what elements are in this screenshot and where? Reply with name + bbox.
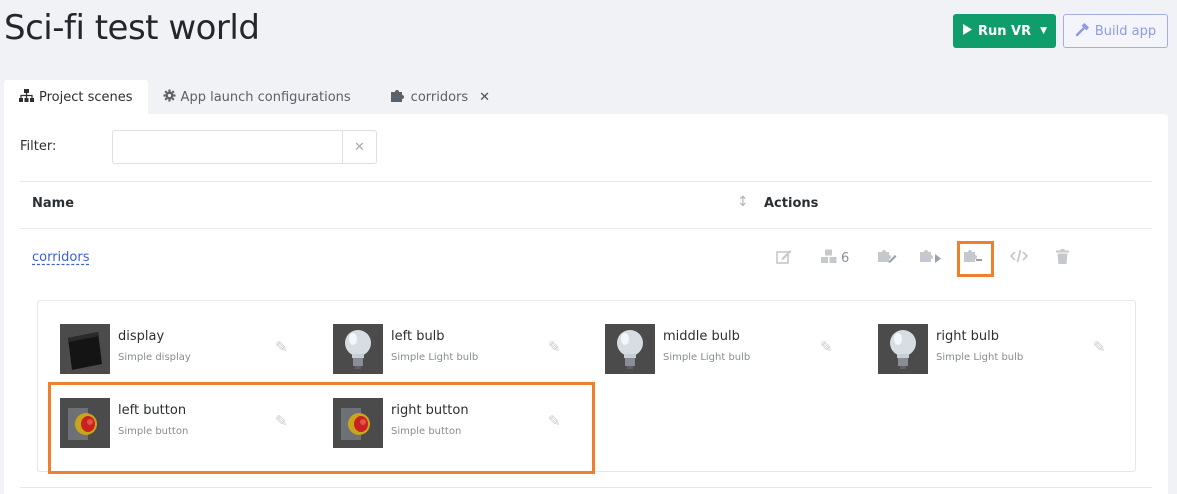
object-type: Simple Light bulb [663, 352, 751, 363]
pencil-icon[interactable]: ✎ [548, 338, 561, 356]
close-icon[interactable]: ✕ [479, 90, 490, 105]
run-scene-icon[interactable] [920, 249, 942, 264]
divider [20, 181, 1152, 182]
cubes-icon [820, 249, 838, 268]
object-count: 6 [841, 251, 850, 266]
list-item[interactable]: display Simple display ✎ [60, 324, 320, 376]
page-title: Sci-fi test world [4, 8, 260, 48]
scene-link-corridors[interactable]: corridors [32, 250, 90, 265]
hammer-icon [1075, 22, 1090, 41]
list-item[interactable]: left bulb Simple Light bulb ✎ [333, 324, 593, 376]
bulb-thumbnail [333, 324, 383, 374]
build-app-button[interactable]: Build app [1063, 14, 1168, 48]
bulb-thumbnail [878, 324, 928, 374]
code-icon[interactable] [1010, 249, 1028, 263]
sitemap-icon [19, 88, 34, 106]
edit-icon[interactable] [776, 249, 792, 264]
tab-label: App launch configurations [180, 89, 351, 105]
pencil-icon[interactable]: ✎ [1093, 338, 1106, 356]
column-header-name: Name [32, 196, 75, 211]
object-type: Simple Light bulb [936, 352, 1024, 363]
filter-input[interactable] [112, 130, 343, 164]
gear-icon [163, 89, 176, 106]
objects-button[interactable]: 6 [820, 249, 849, 268]
object-name: display [118, 329, 165, 344]
pencil-icon[interactable]: ✎ [275, 338, 288, 356]
list-item[interactable]: right bulb Simple Light bulb ✎ [878, 324, 1138, 376]
divider [20, 228, 1152, 229]
scenes-panel: Filter: ✕ Name ↕ Actions corridors 6 dis… [4, 114, 1168, 494]
build-app-label: Build app [1094, 23, 1157, 39]
tab-bar: Project scenes App launch configurations… [4, 80, 505, 114]
clear-filter-button[interactable]: ✕ [342, 130, 377, 164]
close-icon: ✕ [354, 139, 365, 155]
tab-corridors[interactable]: corridors ✕ [366, 80, 505, 114]
pencil-icon[interactable]: ✎ [820, 338, 833, 356]
highlight-box [48, 382, 595, 474]
run-vr-button[interactable]: Run VR ▼ [953, 14, 1056, 48]
divider [20, 487, 1152, 488]
object-type: Simple Light bulb [391, 352, 479, 363]
list-item[interactable]: middle bulb Simple Light bulb ✎ [605, 324, 865, 376]
object-name: middle bulb [663, 329, 740, 344]
trash-icon[interactable] [1056, 249, 1069, 264]
caret-down-icon[interactable]: ▼ [1040, 26, 1047, 36]
run-vr-label: Run VR [977, 23, 1032, 39]
tab-label: Project scenes [39, 89, 133, 105]
display-thumbnail [60, 324, 110, 374]
edit-scene-icon[interactable] [878, 249, 898, 264]
tab-app-launch-configurations[interactable]: App launch configurations [148, 80, 366, 114]
object-name: left bulb [391, 329, 445, 344]
sort-icon[interactable]: ↕ [737, 194, 749, 210]
puzzle-icon [390, 89, 406, 106]
highlight-box [957, 241, 994, 277]
column-header-actions: Actions [764, 196, 819, 211]
object-name: right bulb [936, 329, 1000, 344]
tab-label: corridors [410, 89, 469, 105]
tab-project-scenes[interactable]: Project scenes [4, 80, 148, 114]
bulb-thumbnail [605, 324, 655, 374]
object-type: Simple display [118, 352, 191, 363]
filter-label: Filter: [20, 139, 57, 154]
play-icon [962, 23, 973, 40]
